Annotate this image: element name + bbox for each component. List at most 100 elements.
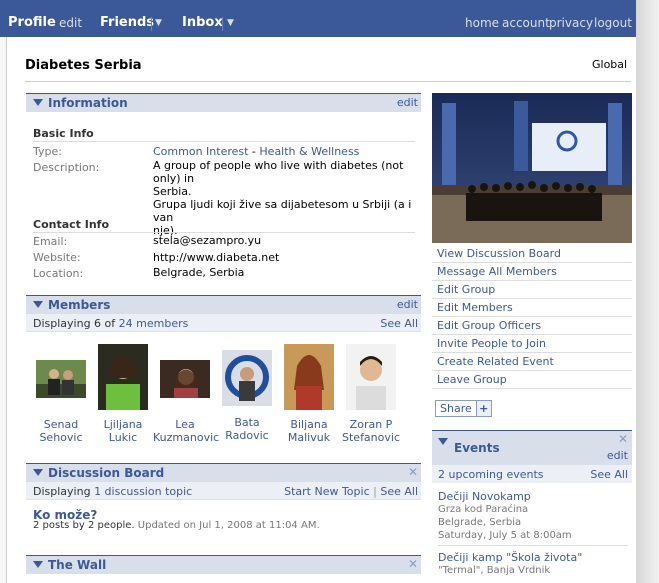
member-card[interactable]: Bata Radovic — [215, 342, 279, 442]
event-time: Saturday, July 5 at 8:00am — [438, 530, 572, 541]
type-health-wellness-link[interactable]: Health & Wellness — [259, 145, 359, 158]
member-photo[interactable] — [36, 360, 86, 398]
group-page: Diabetes Serbia Global Information edit … — [6, 37, 636, 583]
contact-info-divider — [33, 232, 415, 233]
member-photo[interactable] — [284, 344, 334, 410]
leave-group-link[interactable]: Leave Group — [432, 371, 632, 389]
nav-inbox-link[interactable]: Inbox — [182, 0, 223, 37]
discussion-see-all-link[interactable]: See All — [380, 485, 418, 498]
collapse-triangle-icon[interactable] — [33, 99, 43, 106]
member-name[interactable]: Biljana — [277, 418, 341, 431]
member-name[interactable]: Ljiljana — [91, 418, 155, 431]
nav-separator — [151, 17, 152, 31]
nav-privacy-link[interactable]: privacy — [549, 0, 593, 37]
member-card[interactable]: Zoran P Stefanovic — [339, 342, 403, 444]
type-common-interest-link[interactable]: Common Interest — [153, 145, 248, 158]
event-location: Grza kod Paraćina — [438, 504, 529, 515]
top-navigation-bar: Profile edit Friends ▼ Inbox ▼ home acco… — [0, 0, 636, 37]
view-discussion-board-link[interactable]: View Discussion Board — [432, 245, 632, 263]
member-name[interactable]: Senad — [29, 418, 93, 431]
close-icon[interactable]: ✕ — [408, 465, 418, 479]
description-line: Grupa ljudi koji žive sa dijabetesom u S… — [153, 198, 412, 224]
members-edit-link[interactable]: edit — [397, 298, 418, 311]
nav-home-link[interactable]: home — [465, 0, 499, 37]
nav-separator — [222, 17, 223, 31]
contact-info-heading: Contact Info — [33, 218, 110, 231]
member-card[interactable]: Lea Kuzmanovic — [153, 342, 219, 444]
discussion-title: Discussion Board — [48, 466, 165, 480]
nav-logout-link[interactable]: logout — [594, 0, 632, 37]
member-card[interactable]: Biljana Malivuk — [277, 342, 341, 444]
members-box-header[interactable]: Members edit — [26, 295, 421, 314]
collapse-triangle-icon[interactable] — [33, 301, 43, 308]
member-name[interactable]: Bata — [215, 416, 279, 429]
description-label: Description: — [33, 161, 100, 174]
collapse-triangle-icon[interactable] — [33, 469, 43, 476]
event-item: Dečiji Novokamp Grza kod Paraćina Belgra… — [438, 490, 628, 542]
discussion-box-header[interactable]: Discussion Board ✕ — [26, 463, 421, 482]
collapse-triangle-icon[interactable] — [438, 438, 448, 445]
members-count-text: Displaying 6 of 24 members — [33, 317, 189, 330]
message-all-members-link[interactable]: Message All Members — [432, 263, 632, 281]
inbox-dropdown-icon[interactable]: ▼ — [227, 0, 234, 37]
member-name[interactable]: Malivuk — [277, 431, 341, 444]
member-name[interactable]: Lea — [153, 418, 217, 431]
create-related-event-link[interactable]: Create Related Event — [432, 353, 632, 371]
description-value: A group of people who live with diabetes… — [153, 159, 415, 237]
invite-people-link[interactable]: Invite People to Join — [432, 335, 632, 353]
member-name[interactable]: Kuzmanovic — [153, 431, 219, 444]
window-edge — [636, 0, 659, 583]
member-name[interactable]: Sehovic — [29, 431, 93, 444]
events-see-all-link[interactable]: See All — [590, 468, 628, 481]
events-subbar: 2 upcoming events See All — [432, 465, 632, 483]
share-label[interactable]: Share — [436, 401, 477, 416]
events-box-header[interactable]: Events ✕ edit — [432, 430, 632, 465]
discussion-count-link[interactable]: 1 discussion topic — [94, 485, 192, 498]
information-title: Information — [48, 96, 128, 110]
share-button[interactable]: Share + — [435, 400, 492, 417]
member-name[interactable]: Stefanovic — [339, 431, 403, 444]
member-photo[interactable] — [98, 344, 148, 410]
information-edit-link[interactable]: edit — [397, 96, 418, 109]
topic-meta: 2 posts by 2 people. Updated on Jul 1, 2… — [33, 520, 320, 531]
website-link[interactable]: http://www.diabeta.net — [153, 251, 279, 264]
start-new-topic-link[interactable]: Start New Topic — [284, 485, 370, 498]
nav-profile-edit-link[interactable]: edit — [59, 0, 82, 37]
information-box-header[interactable]: Information edit — [26, 93, 421, 112]
event-city: Belgrade, Serbia — [438, 517, 522, 528]
member-card[interactable]: Senad Sehovic — [29, 342, 93, 444]
type-value: Common Interest - Health & Wellness — [153, 145, 359, 158]
member-photo[interactable] — [222, 350, 272, 406]
group-photo[interactable] — [432, 93, 632, 243]
member-name[interactable]: Radovic — [215, 429, 279, 442]
upcoming-events-link[interactable]: 2 upcoming events — [438, 468, 544, 481]
event-name-link[interactable]: Dečiji kamp "Škola života" — [438, 551, 628, 564]
group-title: Diabetes Serbia — [25, 58, 142, 73]
friends-dropdown-icon[interactable]: ▼ — [155, 0, 162, 37]
events-edit-link[interactable]: edit — [607, 449, 628, 462]
plus-icon[interactable]: + — [476, 401, 491, 416]
edit-members-link[interactable]: Edit Members — [432, 299, 632, 317]
nav-friends-link[interactable]: Friends — [100, 0, 154, 37]
nav-account-link[interactable]: account — [502, 0, 550, 37]
event-name-link[interactable]: Dečiji Novokamp — [438, 490, 628, 503]
edit-group-link[interactable]: Edit Group — [432, 281, 632, 299]
wall-box-header[interactable]: The Wall ✕ — [26, 555, 421, 574]
discussion-subbar: Displaying 1 discussion topic Start New … — [26, 482, 421, 500]
collapse-triangle-icon[interactable] — [33, 561, 43, 568]
email-label: Email: — [33, 235, 68, 248]
member-name[interactable]: Lukic — [91, 431, 155, 444]
close-icon[interactable]: ✕ — [618, 432, 628, 446]
member-name[interactable]: Zoran P — [339, 418, 403, 431]
members-count-link[interactable]: 24 members — [119, 317, 189, 330]
group-network: Global — [592, 58, 628, 71]
nav-profile-link[interactable]: Profile — [8, 0, 56, 37]
edit-group-officers-link[interactable]: Edit Group Officers — [432, 317, 632, 335]
member-card[interactable]: Ljiljana Lukic — [91, 342, 155, 444]
close-icon[interactable]: ✕ — [408, 557, 418, 571]
title-divider — [25, 81, 631, 82]
member-photo[interactable] — [346, 344, 396, 410]
member-photo[interactable] — [160, 360, 210, 398]
basic-info-heading: Basic Info — [33, 127, 94, 140]
members-see-all-link[interactable]: See All — [380, 317, 418, 330]
